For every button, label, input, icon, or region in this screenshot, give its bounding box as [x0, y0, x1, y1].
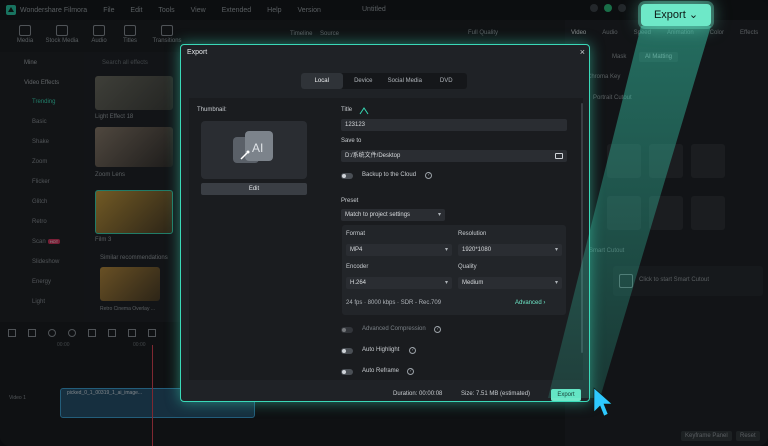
save-path-input[interactable]: D:/系统文件/Desktop	[341, 150, 567, 162]
duration-text: Duration: 00:00:08	[393, 391, 443, 397]
preset-label: Preset	[341, 198, 359, 204]
filmora-window: Wondershare Filmora File Edit Tools View…	[0, 0, 768, 446]
dialog-footer: Duration: 00:00:08 Size: 7.51 MB (estima…	[181, 381, 589, 401]
auto-highlight-toggle[interactable]	[341, 348, 353, 354]
chevron-down-icon: ▾	[444, 247, 448, 253]
quality-dropdown[interactable]: Medium ▾	[458, 277, 562, 289]
thumbnail-preview: AI	[201, 121, 307, 179]
title-label: Title	[341, 107, 353, 113]
title-input[interactable]: 123123	[341, 119, 567, 131]
info-icon[interactable]: ?	[407, 368, 414, 375]
advanced-compression-toggle[interactable]	[341, 327, 353, 333]
export-dialog: Export × Local Device Social Media DVD T…	[180, 44, 590, 402]
format-dropdown[interactable]: MP4 ▾	[346, 244, 452, 256]
ai-image-icon: AI	[233, 131, 273, 163]
encoder-dropdown[interactable]: H.264 ▾	[346, 277, 452, 289]
chevron-down-icon: ▾	[437, 212, 441, 218]
close-icon[interactable]: ×	[580, 47, 585, 57]
chevron-right-icon: ›	[543, 300, 546, 306]
info-icon[interactable]: ?	[425, 172, 432, 179]
chevron-down-icon: ⌄	[688, 9, 699, 21]
backup-cloud-toggle[interactable]	[341, 173, 353, 179]
chevron-down-icon: ▾	[444, 280, 448, 286]
advanced-compression-label: Advanced Compression	[362, 326, 426, 332]
backup-cloud-label: Backup to the Cloud	[362, 172, 417, 178]
resolution-dropdown[interactable]: 1920*1080 ▾	[458, 244, 562, 256]
dialog-title: Export	[187, 49, 208, 56]
preset-dropdown[interactable]: Match to project settings ▾	[341, 209, 445, 221]
svg-text:AI: AI	[252, 141, 263, 155]
info-icon[interactable]: ?	[434, 326, 441, 333]
export-tabs: Local Device Social Media DVD	[301, 73, 467, 89]
folder-icon[interactable]	[555, 153, 563, 159]
auto-reframe-label: Auto Reframe	[362, 368, 400, 374]
ai-title-icon[interactable]	[359, 107, 369, 115]
dialog-scrollbar[interactable]	[581, 103, 583, 353]
export-callout-button[interactable]: Export ⌄	[641, 4, 711, 26]
export-button[interactable]: Export	[551, 389, 581, 401]
save-to-label: Save to	[341, 138, 362, 144]
info-icon[interactable]: ?	[409, 347, 416, 354]
format-label: Format	[346, 231, 366, 237]
output-settings-box: Format MP4 ▾ Resolution 1920*1080 ▾ Enco…	[342, 225, 566, 315]
thumbnail-label: Thumbnail:	[197, 107, 227, 113]
resolution-label: Resolution	[458, 231, 487, 237]
tab-device[interactable]: Device	[343, 73, 385, 89]
output-summary: 24 fps · 8000 kbps · SDR - Rec.709	[346, 300, 442, 306]
tab-dvd[interactable]: DVD	[426, 73, 468, 89]
size-text: Size: 7.51 MB (estimated)	[461, 391, 531, 397]
auto-highlight-label: Auto Highlight	[362, 347, 400, 353]
export-settings-body: Thumbnail: AI Edit Title 123123 Save to …	[189, 98, 583, 380]
auto-reframe-toggle[interactable]	[341, 369, 353, 375]
tab-local[interactable]: Local	[301, 73, 343, 89]
chevron-down-icon: ▾	[554, 247, 558, 253]
edit-thumbnail-button[interactable]: Edit	[201, 183, 307, 195]
encoder-label: Encoder	[346, 264, 369, 270]
advanced-link[interactable]: Advanced ›	[515, 300, 545, 306]
quality-label: Quality	[458, 264, 477, 270]
chevron-down-icon: ▾	[554, 280, 558, 286]
tab-social-media[interactable]: Social Media	[384, 73, 426, 89]
